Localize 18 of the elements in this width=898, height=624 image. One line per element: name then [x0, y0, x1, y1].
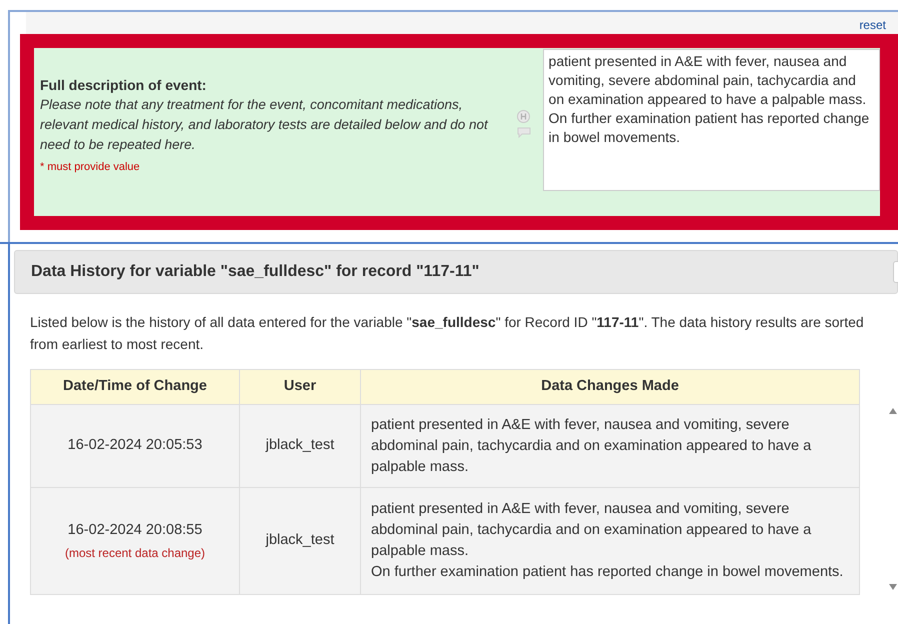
- description-textarea[interactable]: patient presented in A&E with fever, nausea and vomiting, severe abdominal pain, tachycardia and on examination appeared to have a palpable mass. On further examination patient has reported change in bowel movements.: [542, 49, 880, 191]
- reset-link[interactable]: reset: [859, 16, 886, 34]
- history-icon[interactable]: [517, 110, 530, 123]
- intro-text: Listed below is the history of all data entered for the variable "sae_fulldesc" for Record ID "117-11". The data history results are sorted from earliest to most recent.: [29, 313, 865, 354]
- recent-change-note: (most recent data change): [64, 544, 206, 562]
- field-label: Full description of event:: [40, 76, 208, 95]
- table-cell: patient presented in A&E with fever, nausea and vomiting, severe abdominal pain, tachycardia and on examination appeared to have a palpable mass. On further examination patient has reported change in bowel movements.: [360, 488, 860, 594]
- dialog-title: Data History for variable "sae_fulldesc" for record "117-11": [31, 262, 480, 282]
- required-text: * must provide value: [40, 160, 141, 175]
- comment-icon[interactable]: [516, 127, 531, 138]
- table-cell-text: 16-02-2024 20:05:53: [66, 436, 204, 456]
- scroll-down-icon[interactable]: [888, 583, 898, 591]
- column-header: Data Changes Made: [360, 370, 860, 404]
- column-header: Date/Time of Change: [30, 370, 240, 404]
- table-cell-text: 16-02-2024 20:08:55: [66, 521, 204, 540]
- field-note: Please note that any treatment for the event, concomitant medications, relevant medical history, and laboratory tests are detailed below and do not need to be repeated here.: [40, 96, 490, 154]
- scroll-up-icon[interactable]: [888, 407, 898, 415]
- table-cell: jblack_test: [240, 488, 360, 594]
